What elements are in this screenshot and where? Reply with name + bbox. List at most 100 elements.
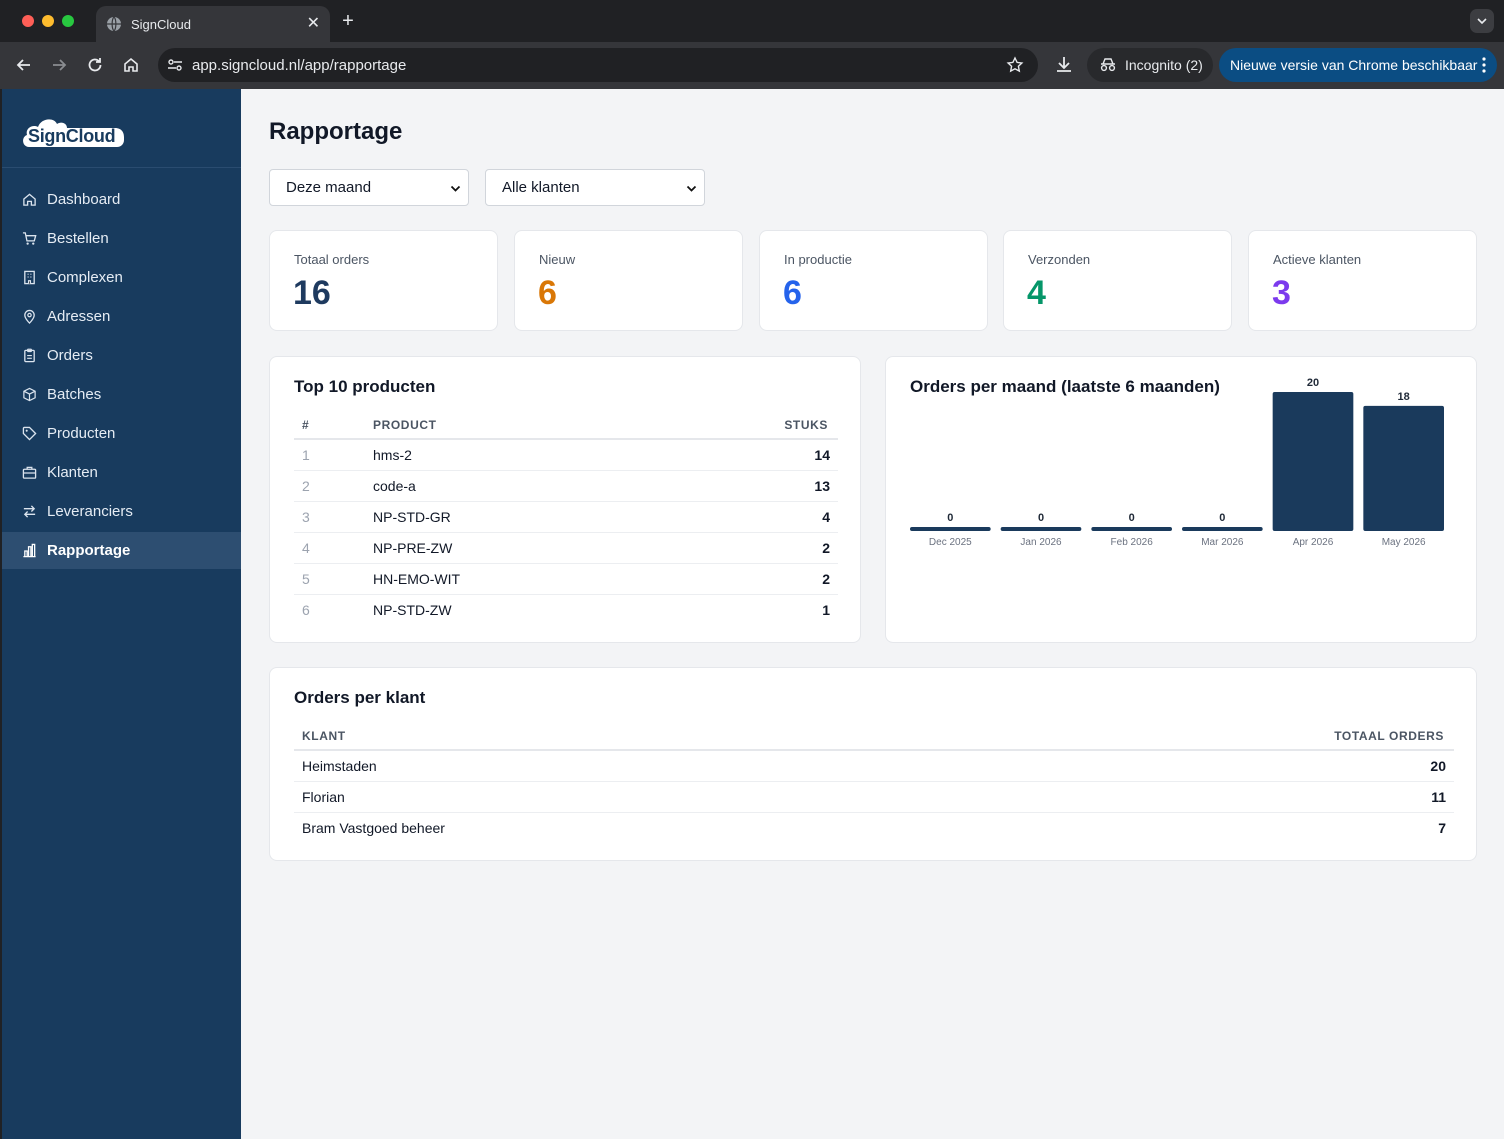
x-tick-label: Dec 2025	[929, 537, 972, 548]
bar-value-label: 18	[1398, 391, 1410, 403]
incognito-label: Incognito (2)	[1125, 57, 1203, 73]
page-title: Rapportage	[269, 118, 403, 145]
maximize-window-button[interactable]	[62, 15, 74, 27]
table-row: 6 NP-STD-ZW 1	[294, 595, 838, 626]
back-icon[interactable]	[14, 55, 34, 75]
stat-label: Actieve klanten	[1273, 252, 1362, 267]
download-icon[interactable]	[1054, 54, 1074, 74]
total-cell: 11	[1431, 789, 1446, 805]
qty-cell: 1	[822, 602, 830, 618]
sidebar-item-label: Batches	[47, 386, 102, 403]
sidebar-item-producten[interactable]: Producten	[2, 415, 241, 452]
rank-cell: 3	[302, 509, 310, 525]
sidebar-item-adressen[interactable]: Adressen	[2, 298, 241, 335]
chrome-update-button[interactable]: Nieuwe versie van Chrome beschikbaar	[1219, 48, 1497, 82]
bar-chart-icon	[23, 543, 36, 558]
home-icon	[23, 193, 36, 206]
bar-dec-2025	[910, 527, 991, 531]
browser-tab[interactable]: SignCloud ✕	[96, 6, 330, 42]
panel-title: Orders per klant	[294, 688, 426, 707]
table-row: 2 code-a 13	[294, 471, 838, 502]
update-label: Nieuwe versie van Chrome beschikbaar	[1230, 57, 1478, 73]
close-tab-icon[interactable]: ✕	[307, 16, 320, 32]
orders-per-month-panel: Orders per maand (laatste 6 maanden) 0 De…	[885, 356, 1477, 643]
sidebar-item-label: Complexen	[47, 269, 123, 286]
site-settings-icon[interactable]	[167, 57, 183, 73]
sidebar-item-dashboard[interactable]: Dashboard	[2, 181, 241, 218]
sidebar-item-leveranciers[interactable]: Leveranciers	[2, 493, 241, 530]
sidebar-item-orders[interactable]: Orders	[2, 337, 241, 374]
stat-value: 3	[1272, 274, 1291, 312]
chevron-down-icon	[1477, 18, 1487, 25]
sidebar-item-label: Dashboard	[47, 191, 121, 208]
stat-card-total-orders: Totaal orders 16	[269, 230, 498, 331]
qty-cell: 2	[822, 571, 830, 587]
qty-cell: 13	[814, 478, 830, 494]
x-tick-label: Apr 2026	[1293, 537, 1334, 548]
close-window-button[interactable]	[22, 15, 34, 27]
table-row: 1 hms-2 14	[294, 440, 838, 471]
signcloud-logo[interactable]: SignCloud	[21, 113, 125, 154]
more-vert-icon[interactable]	[1481, 56, 1487, 74]
table-row: 3 NP-STD-GR 4	[294, 502, 838, 533]
minimize-window-button[interactable]	[42, 15, 54, 27]
qty-cell: 14	[814, 447, 830, 463]
table-row: Florian 11	[294, 782, 1454, 813]
url-text: app.signcloud.nl/app/rapportage	[192, 56, 407, 74]
rank-cell: 1	[302, 447, 310, 463]
stat-value: 6	[783, 274, 802, 312]
swap-icon	[23, 505, 36, 518]
sidebar-item-batches[interactable]: Batches	[2, 376, 241, 413]
customer-cell: Heimstaden	[302, 758, 377, 774]
clipboard-icon	[24, 348, 35, 363]
browser-toolbar: app.signcloud.nl/app/rapportage Incognit…	[0, 42, 1504, 89]
stat-label: Verzonden	[1028, 252, 1091, 267]
map-pin-icon	[24, 309, 35, 324]
logo-text: SignCloud	[28, 126, 116, 146]
sidebar-item-klanten[interactable]: Klanten	[2, 454, 241, 491]
tab-search-button[interactable]	[1470, 9, 1494, 33]
stat-label: In productie	[784, 252, 852, 267]
reload-icon[interactable]	[85, 55, 105, 75]
stat-value: 6	[538, 274, 557, 312]
bar-value-label: 20	[1307, 377, 1319, 389]
cart-icon	[22, 232, 37, 245]
tab-title: SignCloud	[131, 16, 191, 32]
table-row: Heimstaden 20	[294, 751, 1454, 782]
stat-card-shipped: Verzonden 4	[1003, 230, 1232, 331]
column-header-qty: STUKS	[784, 418, 828, 432]
bar-jan-2026	[1000, 527, 1082, 531]
sidebar-item-rapportage[interactable]: Rapportage	[2, 532, 241, 569]
sidebar-item-label: Klanten	[47, 464, 98, 481]
top-products-panel: Top 10 producten # PRODUCT STUKS 1 hms-2…	[269, 356, 861, 643]
chevron-down-icon	[450, 185, 461, 192]
bar-may-2026	[1363, 405, 1444, 531]
sidebar: SignCloud Dashboard Bestellen Complexen …	[2, 89, 241, 1139]
bookmark-star-icon[interactable]	[1006, 56, 1024, 74]
total-cell: 7	[1438, 820, 1446, 836]
new-tab-button[interactable]: +	[338, 10, 358, 33]
sidebar-item-bestellen[interactable]: Bestellen	[2, 220, 241, 257]
customer-select[interactable]: Alle klanten	[485, 169, 705, 206]
stat-value: 4	[1027, 274, 1046, 312]
rank-cell: 6	[302, 602, 310, 618]
stat-card-active-customers: Actieve klanten 3	[1248, 230, 1477, 331]
table-row: Bram Vastgoed beheer 7	[294, 813, 1454, 844]
sidebar-item-complexen[interactable]: Complexen	[2, 259, 241, 296]
home-icon[interactable]	[121, 55, 141, 75]
globe-icon	[107, 16, 121, 32]
briefcase-icon	[22, 466, 37, 479]
sidebar-divider	[2, 167, 241, 168]
column-header-total: TOTAAL ORDERS	[1334, 729, 1444, 743]
period-select[interactable]: Deze maand	[269, 169, 469, 206]
incognito-badge[interactable]: Incognito (2)	[1087, 48, 1213, 82]
stat-card-new: Nieuw 6	[514, 230, 743, 331]
bar-feb-2026	[1091, 527, 1172, 531]
address-bar[interactable]: app.signcloud.nl/app/rapportage	[158, 48, 1038, 82]
forward-icon[interactable]	[49, 55, 69, 75]
period-select-value: Deze maand	[286, 179, 372, 196]
bar-value-label: 0	[947, 512, 953, 524]
orders-per-month-chart: 0 Dec 2025 0 Jan 2026 0 Feb 2026 0 Mar 2026 20 Ap…	[910, 377, 1444, 548]
bar-value-label: 0	[1219, 512, 1225, 524]
panel-title: Top 10 producten	[294, 377, 436, 396]
